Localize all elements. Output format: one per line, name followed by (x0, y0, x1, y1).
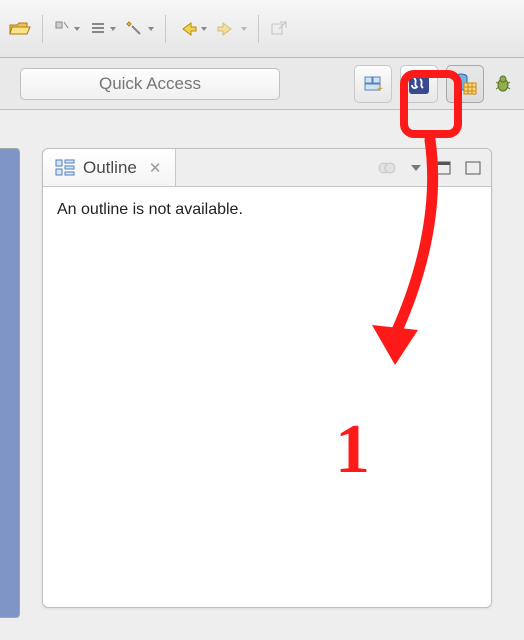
perspective-switcher: + (354, 65, 516, 103)
search-perspective-bar: + (0, 58, 524, 110)
view-toolbar (377, 149, 491, 186)
external-tool-icon (270, 20, 290, 38)
toolbar-dropdown-2[interactable] (87, 16, 119, 42)
toolbar-separator (42, 15, 43, 43)
open-perspective-icon: + (363, 74, 383, 94)
toolbar-dropdown-1[interactable] (51, 16, 83, 42)
list-dropdown-icon (90, 20, 108, 38)
svg-text:+: + (377, 84, 383, 94)
view-menu-button[interactable] (411, 165, 421, 171)
back-arrow-icon (177, 20, 199, 38)
open-perspective-button[interactable]: + (354, 65, 392, 103)
db-perspective-button[interactable] (446, 65, 484, 103)
outline-icon (55, 159, 75, 177)
forward-button[interactable] (214, 16, 250, 42)
external-tool-button[interactable] (267, 16, 293, 42)
workspace: Outline ✕ An outline is not available (0, 120, 524, 640)
open-folder-button[interactable] (6, 16, 34, 42)
outline-tab[interactable]: Outline ✕ (43, 149, 176, 186)
debug-perspective-button[interactable] (490, 71, 516, 97)
view-tab-row: Outline ✕ (43, 149, 491, 187)
toolbar-separator (258, 15, 259, 43)
new-wand-button[interactable] (123, 16, 157, 42)
outline-view: Outline ✕ An outline is not available (42, 148, 492, 608)
java-perspective-icon (408, 73, 430, 95)
bug-icon (493, 74, 513, 94)
new-wand-icon (126, 20, 146, 38)
outline-empty-message: An outline is not available. (57, 201, 243, 218)
main-toolbar (0, 0, 524, 58)
java-perspective-button[interactable] (400, 65, 438, 103)
minimize-view-button[interactable] (435, 161, 451, 175)
forward-arrow-icon (217, 20, 239, 38)
outline-tab-label: Outline (83, 158, 137, 178)
maximize-view-button[interactable] (465, 161, 481, 175)
minimized-view-stack[interactable] (0, 148, 20, 618)
focus-icon[interactable] (377, 159, 397, 177)
db-perspective-icon (453, 72, 477, 96)
quick-access-input[interactable] (20, 68, 280, 100)
close-tab-button[interactable]: ✕ (149, 159, 162, 177)
toolbar-separator (165, 15, 166, 43)
open-folder-icon (9, 20, 31, 38)
outline-body: An outline is not available. (43, 187, 491, 233)
wand-dropdown-icon (54, 20, 72, 38)
back-button[interactable] (174, 16, 210, 42)
